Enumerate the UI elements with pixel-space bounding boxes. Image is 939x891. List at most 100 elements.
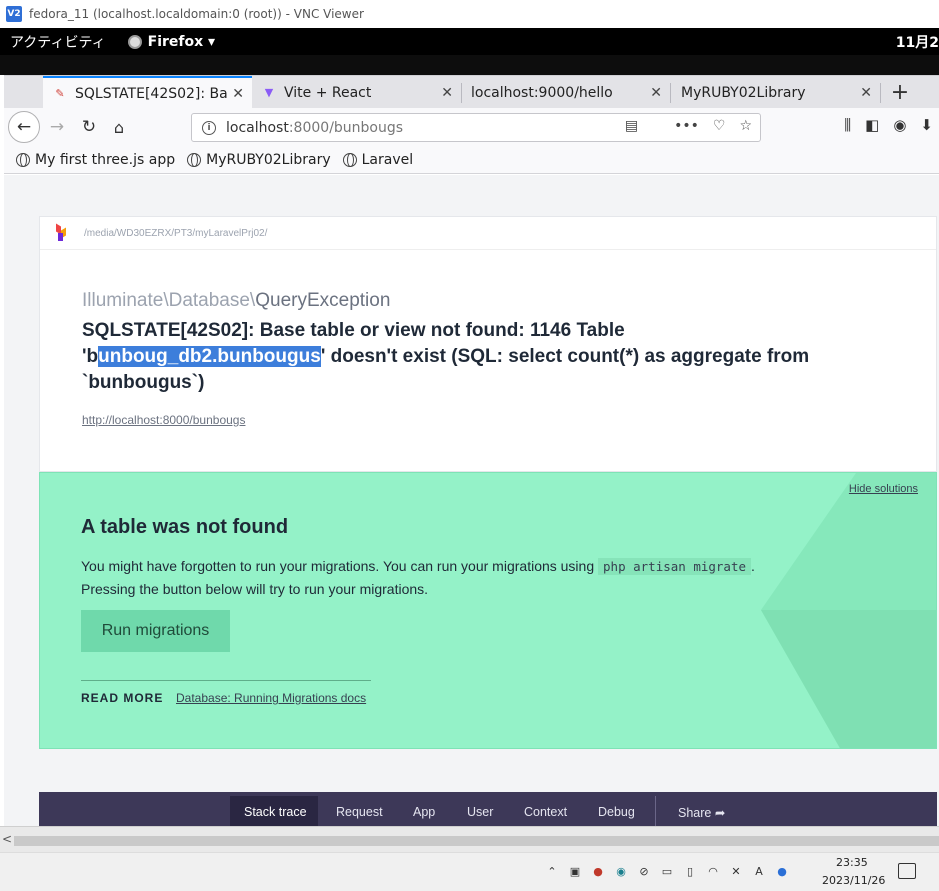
library-icon[interactable]: ⫼	[844, 116, 851, 134]
reload-button[interactable]: ↻	[78, 116, 100, 138]
notification-icon[interactable]	[898, 863, 916, 879]
tab-debug[interactable]: Debug	[598, 805, 635, 819]
tab-share[interactable]: Share ➦	[678, 805, 725, 820]
tab-localhost-9000[interactable]: localhost:9000/hello ✕	[461, 76, 670, 109]
close-icon[interactable]: ✕	[650, 85, 662, 101]
security-icon[interactable]: ●	[591, 864, 605, 878]
url-text[interactable]: localhost:8000/bunbougs	[226, 120, 403, 136]
url-actions: ▤ ••• ♡ ☆	[625, 118, 752, 134]
new-tab-button[interactable]: +	[882, 76, 918, 109]
run-migrations-button[interactable]: Run migrations	[81, 610, 230, 652]
globe-icon	[16, 152, 30, 167]
bookmark-label: My first three.js app	[35, 151, 176, 168]
home-button[interactable]: ⌂	[108, 116, 130, 138]
tab-label: SQLSTATE[42S02]: Ba	[75, 85, 227, 102]
chevron-up-icon[interactable]: ⌃	[545, 864, 559, 878]
vite-icon: ▼	[264, 86, 274, 99]
bookmark-item[interactable]: Laravel	[342, 151, 414, 168]
taskbar-date[interactable]: 2023/11/26	[822, 874, 885, 887]
url-path: :8000/bunbougs	[288, 119, 404, 136]
page-actions-icon[interactable]: •••	[674, 118, 699, 134]
ignition-tab-bar: Stack trace Request App User Context Deb…	[39, 792, 937, 826]
account-icon[interactable]: ◉	[893, 116, 906, 134]
migrations-docs-link[interactable]: Database: Running Migrations docs	[176, 691, 366, 705]
tab-separator	[655, 796, 656, 826]
vnc-logo-icon: V2	[6, 6, 22, 22]
divider	[81, 680, 371, 681]
close-icon[interactable]: ✕	[860, 85, 872, 101]
share-icon: ➦	[714, 806, 726, 820]
volume-mute-icon[interactable]: ✕	[729, 864, 743, 878]
read-more-label: READ MORE	[81, 691, 164, 705]
hide-solutions-link[interactable]: Hide solutions	[849, 483, 918, 495]
downloads-icon[interactable]: ⬇	[920, 116, 933, 134]
close-icon[interactable]: ✕	[232, 86, 244, 102]
bookmark-item[interactable]: MyRUBY02Library	[187, 152, 331, 168]
pen-icon: ✎	[55, 87, 65, 100]
display-icon[interactable]: ▭	[660, 864, 674, 878]
gnome-clock[interactable]: 11月2	[896, 32, 939, 52]
url-bar[interactable]: i localhost:8000/bunbougs ▤ ••• ♡ ☆	[191, 113, 761, 142]
scroll-left-icon[interactable]: <	[2, 832, 12, 846]
solution-code: php artisan migrate	[598, 558, 752, 575]
horizontal-scrollbar[interactable]: <	[0, 826, 939, 852]
globe-icon	[342, 152, 357, 167]
camera-icon[interactable]: ▣	[568, 864, 582, 878]
firefox-icon	[127, 34, 142, 49]
tab-myruby02library[interactable]: MyRUBY02Library ✕	[671, 76, 880, 109]
tab-vite-react[interactable]: ▼ Vite + React ✕	[252, 76, 461, 109]
eye-icon[interactable]: ◉	[614, 864, 628, 878]
request-url-link[interactable]: http://localhost:8000/bunbougs	[82, 413, 245, 427]
toolbar-right: ⫼ ◧ ◉ ⬇	[844, 116, 933, 134]
tab-request[interactable]: Request	[336, 805, 383, 819]
battery-icon[interactable]: ▯	[683, 864, 697, 878]
vnc-titlebar: V2 fedora_11 (localhost.localdomain:0 (r…	[0, 0, 939, 28]
tab-sqlstate[interactable]: ✎ SQLSTATE[42S02]: Ba ✕	[43, 76, 252, 109]
wifi-icon[interactable]: ◠	[706, 864, 720, 878]
tab-strip: ✎ SQLSTATE[42S02]: Ba ✕ ▼ Vite + React ✕…	[4, 75, 939, 109]
tab-user[interactable]: User	[467, 805, 493, 819]
forward-button[interactable]: →	[46, 116, 68, 138]
tab-label: MyRUBY02Library	[681, 84, 806, 101]
share-label: Share	[678, 806, 712, 820]
taskbar-time[interactable]: 23:35	[836, 856, 868, 869]
back-button[interactable]: ←	[8, 111, 40, 143]
ime-icon[interactable]: A	[752, 864, 766, 878]
windows-taskbar: ⌃ ▣ ● ◉ ⊘ ▭ ▯ ◠ ✕ A ● 23:35 2023/11/26	[0, 852, 939, 891]
bookmarks-toolbar: My first three.js app MyRUBY02Library La…	[4, 146, 939, 174]
navigation-toolbar: ← → ↻ ⌂ i localhost:8000/bunbougs ▤ ••• …	[4, 108, 939, 146]
hidden-eye-icon[interactable]: ⊘	[637, 864, 651, 878]
cloud-icon[interactable]: ●	[775, 864, 789, 878]
reader-view-icon[interactable]: ▤	[625, 118, 638, 134]
pocket-icon[interactable]: ♡	[713, 118, 726, 134]
scrollbar-thumb[interactable]	[14, 836, 939, 846]
solution-description: You might have forgotten to run your mig…	[81, 555, 801, 600]
tab-stack-trace[interactable]: Stack trace	[244, 805, 307, 819]
tab-label: localhost:9000/hello	[471, 84, 613, 101]
ignition-logo-icon	[56, 223, 66, 241]
app-menu-button[interactable]: Firefox ▾	[127, 33, 216, 50]
solution-panel: Hide solutions A table was not found You…	[39, 472, 937, 749]
tab-separator	[880, 83, 881, 103]
bookmark-label: Laravel	[361, 151, 414, 168]
exception-namespace: Illuminate\Database\	[82, 290, 256, 311]
tab-context[interactable]: Context	[524, 805, 567, 819]
solution-text: You might have forgotten to run your mig…	[81, 558, 599, 574]
activities-button[interactable]: アクティビティ	[10, 32, 106, 52]
info-icon[interactable]: i	[202, 120, 216, 135]
exception-message: SQLSTATE[42S02]: Base table or view not …	[82, 318, 872, 396]
solution-text: Pressing the button below will try to ru…	[81, 581, 429, 597]
solution-decoration	[761, 473, 936, 748]
vnc-window-title: fedora_11 (localhost.localdomain:0 (root…	[29, 7, 364, 21]
exception-class: Illuminate\Database\QueryException	[82, 290, 390, 312]
solution-text: .	[751, 558, 755, 574]
app-menu-label: Firefox ▾	[147, 33, 216, 50]
bookmark-label: MyRUBY02Library	[206, 151, 331, 168]
desktop-background	[0, 55, 939, 75]
bookmark-item[interactable]: My first three.js app	[16, 152, 175, 168]
tab-app[interactable]: App	[413, 805, 435, 819]
solution-title: A table was not found	[81, 516, 289, 538]
close-icon[interactable]: ✕	[441, 85, 453, 101]
bookmark-star-icon[interactable]: ☆	[739, 118, 752, 134]
sidebar-icon[interactable]: ◧	[865, 116, 879, 134]
